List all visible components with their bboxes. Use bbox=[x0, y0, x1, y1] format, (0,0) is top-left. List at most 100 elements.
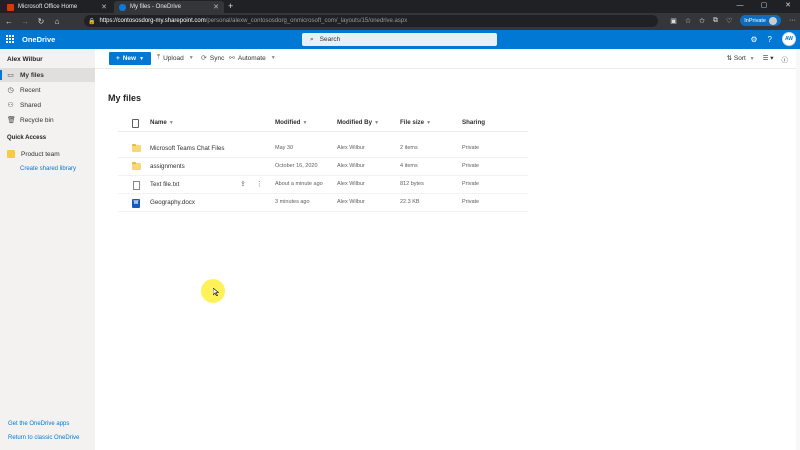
user-avatar[interactable]: AW bbox=[782, 32, 796, 46]
file-modified: October 16, 2020 bbox=[275, 163, 318, 169]
suite-right-icons: ⚙ ? AW bbox=[750, 32, 796, 46]
file-row[interactable]: Text file.txt ⇪ ⋮ About a minute ago Ale… bbox=[118, 176, 528, 194]
close-tab-icon[interactable]: ✕ bbox=[213, 3, 219, 11]
file-name[interactable]: Geography.docx bbox=[150, 199, 195, 206]
nav-item-recent[interactable]: ◷ Recent bbox=[0, 83, 95, 97]
browser-right-tools: ▣ ☆ ✩ ⧉ ♡ InPrivate ··· bbox=[670, 15, 796, 26]
close-tab-icon[interactable]: ✕ bbox=[101, 3, 107, 11]
url-path: /personal/alexw_contososdorg_onmicrosoft… bbox=[205, 18, 408, 24]
sort-icon: ⇅ bbox=[726, 55, 733, 62]
sync-label: Sync bbox=[209, 54, 225, 62]
favorite-star-icon[interactable]: ☆ bbox=[685, 17, 691, 25]
file-row[interactable]: Microsoft Teams Chat Files May 30 Alex W… bbox=[118, 140, 528, 158]
automate-button[interactable]: ⚯ Automate ▼ bbox=[229, 54, 276, 63]
browser-tab-office-home[interactable]: Microsoft Office Home ✕ bbox=[2, 1, 112, 13]
share-icon[interactable]: ⇪ bbox=[240, 180, 246, 188]
upload-button[interactable]: ⤒ Upload ▼ bbox=[157, 54, 194, 62]
home-icon[interactable]: ⌂ bbox=[52, 17, 62, 26]
nav-label: Recycle bin bbox=[20, 116, 54, 124]
lock-icon[interactable]: 🔒 bbox=[88, 18, 95, 25]
word-document-icon: W bbox=[132, 199, 140, 208]
file-modified: May 30 bbox=[275, 145, 294, 151]
return-classic-link[interactable]: Return to classic OneDrive bbox=[8, 435, 79, 441]
info-icon[interactable]: ⓘ bbox=[782, 54, 789, 64]
settings-gear-icon[interactable]: ⚙ bbox=[750, 35, 757, 44]
column-header-sharing[interactable]: Sharing bbox=[462, 119, 485, 126]
file-modified-by: Alex Wilbur bbox=[337, 199, 365, 205]
folder-icon: ▭ bbox=[7, 72, 14, 79]
file-row[interactable]: W Geography.docx 3 minutes ago Alex Wilb… bbox=[118, 194, 528, 212]
inprivate-badge[interactable]: InPrivate bbox=[740, 15, 781, 26]
file-list: Name ▼ Modified ▼ Modified By ▼ File size ▼ … bbox=[118, 114, 528, 212]
search-box[interactable]: ⌕ Search bbox=[302, 33, 497, 46]
chevron-down-icon: ▼ bbox=[270, 55, 276, 61]
app-launcher-icon[interactable] bbox=[6, 35, 14, 43]
sync-icon: ⟳ bbox=[201, 55, 207, 62]
maximize-icon[interactable]: ▢ bbox=[752, 0, 776, 13]
new-label: New bbox=[122, 55, 137, 62]
view-options-icon[interactable]: ☰ ▾ bbox=[763, 54, 774, 64]
get-onedrive-apps-link[interactable]: Get the OneDrive apps bbox=[8, 421, 69, 427]
file-size: 22.3 KB bbox=[400, 199, 420, 205]
qa-label: Product team bbox=[21, 150, 60, 158]
browser-toolbar: ← → ↻ ⌂ 🔒 https://contososdorg-my.sharep… bbox=[0, 13, 800, 30]
close-window-icon[interactable]: ✕ bbox=[776, 0, 800, 13]
column-header-modified[interactable]: Modified ▼ bbox=[275, 119, 307, 126]
suite-header: OneDrive ⌕ Search ⚙ ? AW bbox=[0, 30, 800, 49]
forward-icon[interactable]: → bbox=[20, 17, 30, 26]
flow-icon: ⚯ bbox=[229, 55, 235, 62]
tab-title: Microsoft Office Home bbox=[18, 4, 78, 10]
file-size: 2 items bbox=[400, 145, 418, 151]
upload-label: Upload bbox=[163, 54, 184, 62]
page-title: My files bbox=[108, 93, 142, 103]
text-file-icon bbox=[132, 181, 140, 192]
url-host: https://contososdorg-my.sharepoint.com bbox=[99, 18, 206, 24]
file-type-header-icon[interactable] bbox=[132, 119, 139, 130]
mouse-pointer-icon bbox=[213, 288, 219, 296]
back-icon[interactable]: ← bbox=[4, 17, 14, 26]
search-placeholder: Search bbox=[319, 36, 341, 43]
file-sharing: Private bbox=[462, 199, 480, 205]
file-size: 4 items bbox=[400, 163, 418, 169]
user-name: Alex Wilbur bbox=[7, 56, 43, 63]
column-header-name[interactable]: Name ▼ bbox=[150, 119, 174, 126]
minimize-icon[interactable]: — bbox=[728, 0, 752, 13]
file-name[interactable]: Microsoft Teams Chat Files bbox=[150, 145, 225, 152]
nav-item-shared[interactable]: ⚇ Shared bbox=[0, 98, 95, 112]
file-name[interactable]: assignments bbox=[150, 163, 185, 170]
more-options-icon[interactable]: ··· bbox=[789, 17, 796, 24]
create-shared-library-link[interactable]: Create shared library bbox=[20, 166, 76, 172]
file-row[interactable]: assignments October 16, 2020 Alex Wilbur… bbox=[118, 158, 528, 176]
group-icon bbox=[7, 150, 15, 158]
column-header-modified-by[interactable]: Modified By ▼ bbox=[337, 119, 379, 126]
sort-label: Sort bbox=[733, 55, 746, 62]
page-scrollbar[interactable] bbox=[796, 49, 800, 450]
address-bar[interactable]: 🔒 https://contososdorg-my.sharepoint.com… bbox=[84, 15, 658, 27]
collections-icon[interactable]: ⧉ bbox=[713, 17, 718, 25]
column-header-file-size[interactable]: File size ▼ bbox=[400, 119, 431, 126]
quick-access-product-team[interactable]: Product team bbox=[0, 147, 95, 161]
app-name[interactable]: OneDrive bbox=[22, 35, 55, 44]
file-modified: 3 minutes ago bbox=[275, 199, 310, 205]
window-controls: — ▢ ✕ bbox=[728, 0, 800, 13]
sort-button[interactable]: ⇅ Sort ▼ bbox=[727, 54, 755, 64]
read-aloud-icon[interactable]: ▣ bbox=[670, 17, 677, 25]
file-sharing: Private bbox=[462, 163, 480, 169]
more-actions-icon[interactable]: ⋮ bbox=[256, 180, 263, 188]
sync-button[interactable]: ⟳ Sync bbox=[201, 54, 225, 63]
help-icon[interactable]: ? bbox=[768, 35, 772, 44]
onedrive-cloud-icon bbox=[119, 3, 126, 11]
file-sharing: Private bbox=[462, 181, 480, 187]
new-button[interactable]: + New ▼ bbox=[109, 52, 151, 65]
refresh-icon[interactable]: ↻ bbox=[36, 17, 46, 26]
nav-item-recycle-bin[interactable]: 🗑 Recycle bin bbox=[0, 113, 95, 127]
new-tab-button[interactable]: + bbox=[228, 1, 233, 13]
file-modified-by: Alex Wilbur bbox=[337, 163, 365, 169]
browser-tab-onedrive[interactable]: My files - OneDrive ✕ bbox=[114, 1, 224, 13]
chevron-down-icon: ▼ bbox=[139, 55, 145, 62]
extensions-icon[interactable]: ♡ bbox=[726, 17, 732, 25]
favorites-icon[interactable]: ✩ bbox=[699, 17, 705, 25]
nav-item-my-files[interactable]: ▭ My files bbox=[0, 68, 95, 82]
file-name[interactable]: Text file.txt bbox=[150, 181, 179, 188]
file-sharing: Private bbox=[462, 145, 480, 151]
